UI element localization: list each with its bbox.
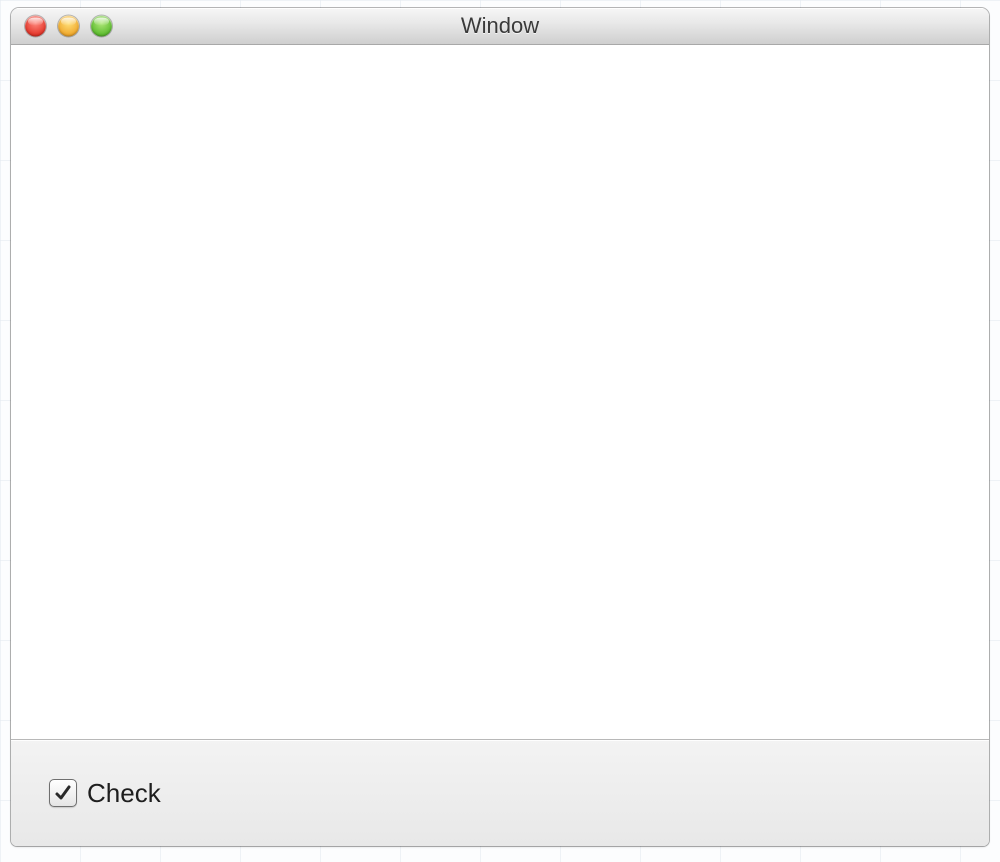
window-body: Check — [11, 45, 989, 846]
minimize-icon[interactable] — [58, 16, 79, 37]
ib-canvas: Window Check — [0, 0, 1000, 862]
traffic-lights — [25, 16, 112, 37]
check-checkbox[interactable]: Check — [49, 778, 161, 809]
footer-bar: Check — [11, 740, 989, 846]
window-title: Window — [461, 13, 539, 39]
checkbox-label: Check — [87, 778, 161, 809]
checkbox-box-icon — [49, 779, 77, 807]
content-area — [11, 45, 989, 740]
checkmark-icon — [53, 783, 73, 803]
close-icon[interactable] — [25, 16, 46, 37]
titlebar[interactable]: Window — [11, 8, 989, 45]
window: Window Check — [11, 8, 989, 846]
zoom-icon[interactable] — [91, 16, 112, 37]
